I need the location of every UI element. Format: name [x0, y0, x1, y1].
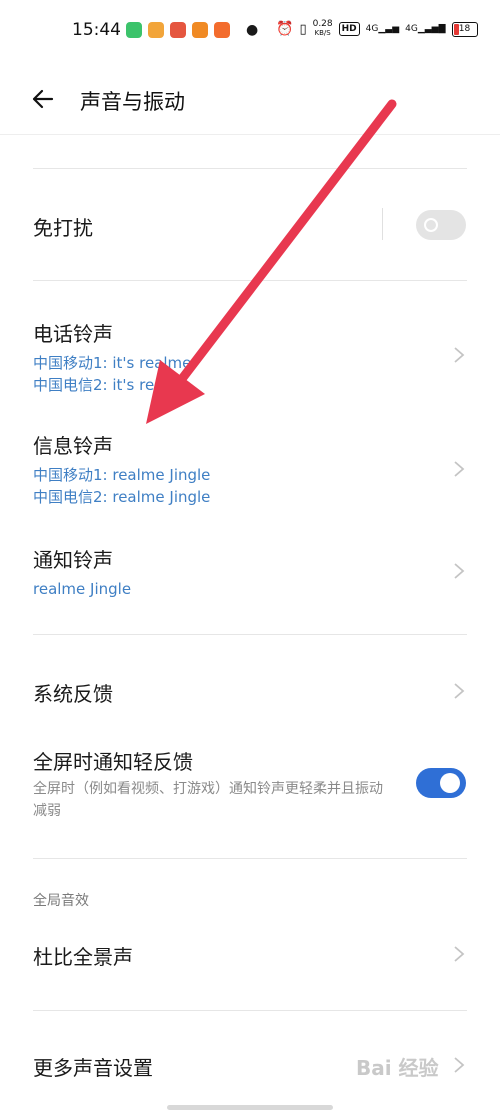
gesture-bar[interactable]: [167, 1105, 333, 1110]
phone-ringtone-sim1: 中国移动1: it's realme: [33, 354, 192, 372]
divider: [33, 858, 467, 859]
toggle-knob: [440, 773, 460, 793]
chevron-right-icon: [454, 347, 465, 363]
hd-badge: HD: [338, 22, 360, 36]
chevron-right-icon: [454, 1057, 465, 1073]
system-feedback-row[interactable]: 系统反馈: [0, 660, 500, 720]
divider: [33, 634, 467, 635]
fullscreen-feedback-description: 全屏时（例如看视频、打游戏）通知铃声更轻柔并且振动减弱: [33, 781, 383, 819]
sim1-type: 4G: [365, 24, 379, 34]
message-ringtone-sim1: 中国移动1: realme Jingle: [33, 466, 211, 484]
more-sound-settings-label: 更多声音设置: [33, 1056, 153, 1080]
notification-ringtone-value: realme Jingle: [33, 580, 132, 598]
net-rate-value: 0.28: [312, 19, 333, 29]
phone-ringtone-row[interactable]: 电话铃声 中国移动1: it's realme 中国电信2: it's real…: [0, 310, 500, 400]
header-divider: [0, 134, 500, 135]
status-time: 15:44: [72, 20, 121, 40]
dnd-toggle[interactable]: [416, 210, 466, 240]
signal-1: 4G▁▃▅: [365, 24, 400, 34]
global-effects-section-label: 全局音效: [33, 893, 89, 909]
system-status-icons: ⏰ ▯ 0.28 KB/S HD 4G▁▃▅ 4G▁▃▅▇ 18: [276, 20, 478, 38]
page-header: 声音与振动: [0, 72, 500, 128]
divider: [33, 168, 467, 169]
app-notification-icon: [214, 22, 230, 38]
chevron-right-icon: [454, 683, 465, 699]
app-notification-icon: [126, 22, 142, 38]
phone-ringtone-label: 电话铃声: [33, 322, 113, 346]
dolby-label: 杜比全景声: [33, 945, 133, 969]
sim2-type: 4G: [405, 24, 418, 34]
page-title: 声音与振动: [80, 90, 185, 114]
network-rate: 0.28 KB/S: [313, 20, 333, 38]
dnd-row[interactable]: 免打扰: [0, 180, 500, 270]
back-arrow-icon[interactable]: [30, 86, 56, 112]
more-notifications-icon: ●: [246, 22, 259, 38]
battery-icon: 18: [451, 21, 478, 37]
fullscreen-feedback-row[interactable]: 全屏时通知轻反馈 全屏时（例如看视频、打游戏）通知铃声更轻柔并且振动减弱: [0, 740, 500, 830]
alarm-icon: ⏰: [276, 21, 294, 37]
message-ringtone-label: 信息铃声: [33, 434, 113, 458]
chevron-right-icon: [454, 563, 465, 579]
message-ringtone-sim2: 中国电信2: realme Jingle: [33, 488, 211, 506]
notification-ringtone-label: 通知铃声: [33, 548, 113, 572]
dolby-row[interactable]: 杜比全景声: [0, 925, 500, 985]
toggle-knob: [424, 218, 438, 232]
dnd-label: 免打扰: [33, 216, 93, 240]
net-rate-unit: KB/S: [314, 29, 331, 37]
watermark: Bai 经验: [356, 1056, 439, 1080]
signal-2: 4G▁▃▅▇: [405, 24, 446, 34]
fullscreen-feedback-toggle[interactable]: [416, 768, 466, 798]
chevron-right-icon: [454, 461, 465, 477]
message-ringtone-row[interactable]: 信息铃声 中国移动1: realme Jingle 中国电信2: realme …: [0, 422, 500, 512]
divider: [33, 280, 467, 281]
chevron-right-icon: [454, 946, 465, 962]
notification-icons: ●: [126, 22, 268, 38]
vibrate-icon: ▯: [299, 21, 307, 37]
notification-ringtone-row[interactable]: 通知铃声 realme Jingle: [0, 536, 500, 606]
phone-ringtone-sim2: 中国电信2: it's realme: [33, 376, 192, 394]
status-bar: 15:44 ● ⏰ ▯ 0.28 KB/S HD 4G▁▃▅ 4G▁▃▅▇ 18: [0, 0, 500, 64]
fullscreen-feedback-label: 全屏时通知轻反馈: [33, 750, 193, 774]
battery-level: 18: [458, 23, 471, 34]
row-separator: [382, 208, 383, 240]
app-notification-icon: [192, 22, 208, 38]
app-notification-icon: [170, 22, 186, 38]
divider: [33, 1010, 467, 1011]
system-feedback-label: 系统反馈: [33, 682, 113, 706]
app-notification-icon: [148, 22, 164, 38]
